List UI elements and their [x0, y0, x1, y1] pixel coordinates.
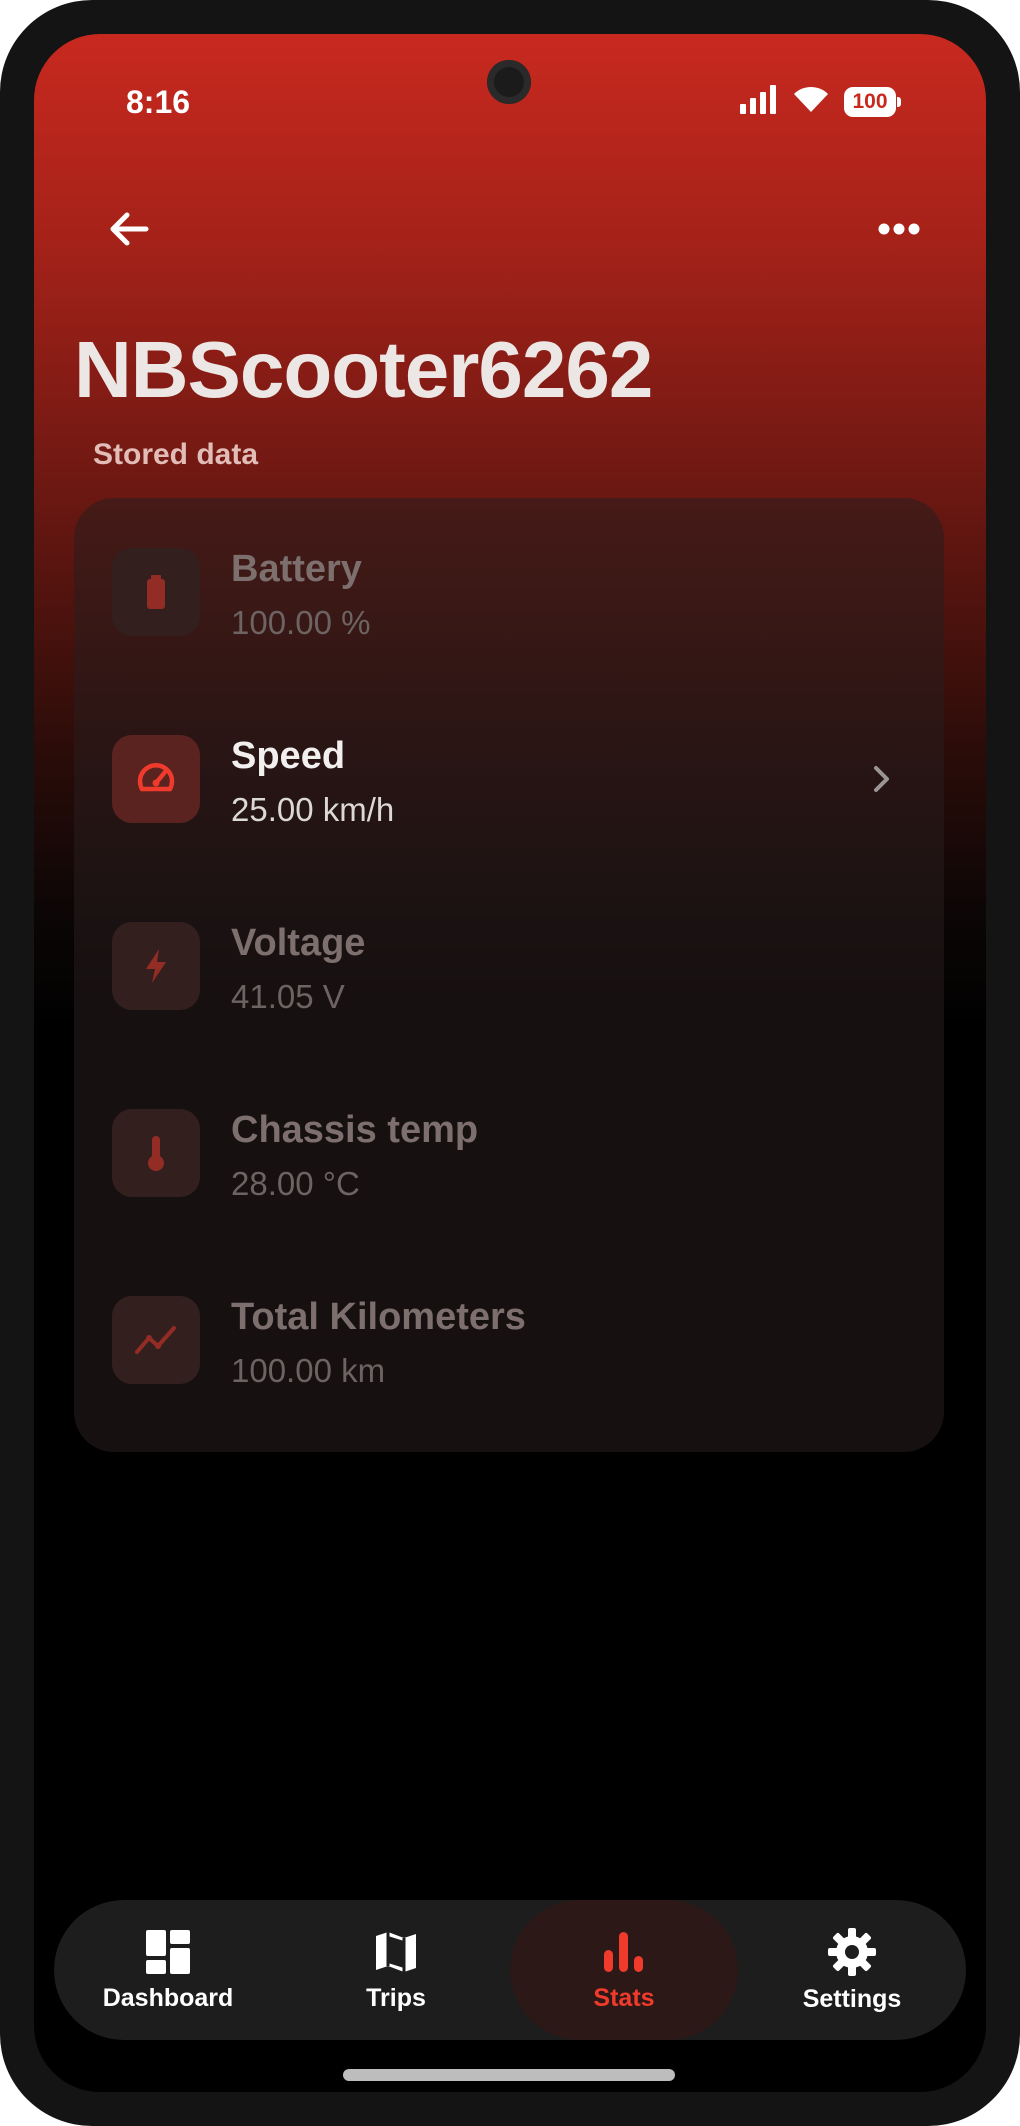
front-camera [487, 60, 531, 104]
status-icons: 100 [738, 84, 901, 119]
battery-icon [112, 548, 200, 636]
item-title: Chassis temp [231, 1109, 479, 1151]
item-title: Battery [231, 548, 362, 590]
nav-label: Settings [802, 1984, 902, 2013]
arrow-left-icon [110, 212, 149, 246]
item-value: 25.00 km/h [231, 791, 395, 828]
more-options-button[interactable] [864, 194, 934, 264]
list-item-chassis-temp[interactable]: Chassis temp 28.00 °C [74, 1059, 944, 1246]
item-value: 100.00 % [231, 604, 371, 641]
item-value: 100.00 km [231, 1352, 386, 1389]
list-item-total-kilometers[interactable]: Total Kilometers 100.00 km [74, 1246, 944, 1433]
section-label: Stored data [93, 438, 259, 471]
more-horizontal-icon [878, 223, 920, 235]
list-item-speed[interactable]: Speed 25.00 km/h [74, 685, 944, 872]
nav-label: Stats [593, 1983, 655, 2012]
lightning-icon [112, 922, 200, 1010]
stored-data-card: Battery 100.00 % Speed 25.00 km/h Voltag… [74, 498, 944, 1452]
item-title: Voltage [231, 922, 366, 964]
battery-icon: 100 [844, 86, 901, 117]
thermometer-icon [112, 1109, 200, 1197]
list-item-battery[interactable]: Battery 100.00 % [74, 498, 944, 685]
wifi-icon [792, 84, 830, 119]
gear-icon [828, 1927, 876, 1976]
nav-trips[interactable]: Trips [282, 1900, 510, 2040]
nav-label: Trips [366, 1983, 426, 2012]
bottom-nav: Dashboard Trips Stats Settings [54, 1900, 966, 2040]
speedometer-icon [112, 735, 200, 823]
chevron-right-icon [860, 757, 904, 801]
item-title: Total Kilometers [231, 1296, 526, 1338]
status-time: 8:16 [126, 84, 191, 120]
phone-frame: 8:16 100 NBScooter6262 Stored data Batte… [0, 0, 1020, 2126]
nav-dashboard[interactable]: Dashboard [54, 1900, 282, 2040]
nav-label: Dashboard [102, 1983, 234, 2012]
app-screen: 8:16 100 NBScooter6262 Stored data Batte… [34, 34, 986, 2092]
page-title: NBScooter6262 [74, 325, 653, 414]
nav-stats[interactable]: Stats [510, 1900, 738, 2040]
battery-level: 100 [852, 89, 888, 113]
nav-settings[interactable]: Settings [738, 1900, 966, 2040]
item-value: 28.00 °C [231, 1165, 360, 1202]
list-item-voltage[interactable]: Voltage 41.05 V [74, 872, 944, 1059]
signal-icon [738, 84, 778, 119]
trend-line-icon [112, 1296, 200, 1384]
back-button[interactable] [94, 194, 164, 264]
home-indicator[interactable] [343, 2069, 675, 2081]
dashboard-icon [146, 1929, 190, 1974]
bar-chart-icon [604, 1931, 643, 1972]
item-title: Speed [231, 735, 346, 777]
map-icon [376, 1931, 416, 1972]
item-value: 41.05 V [231, 978, 345, 1015]
